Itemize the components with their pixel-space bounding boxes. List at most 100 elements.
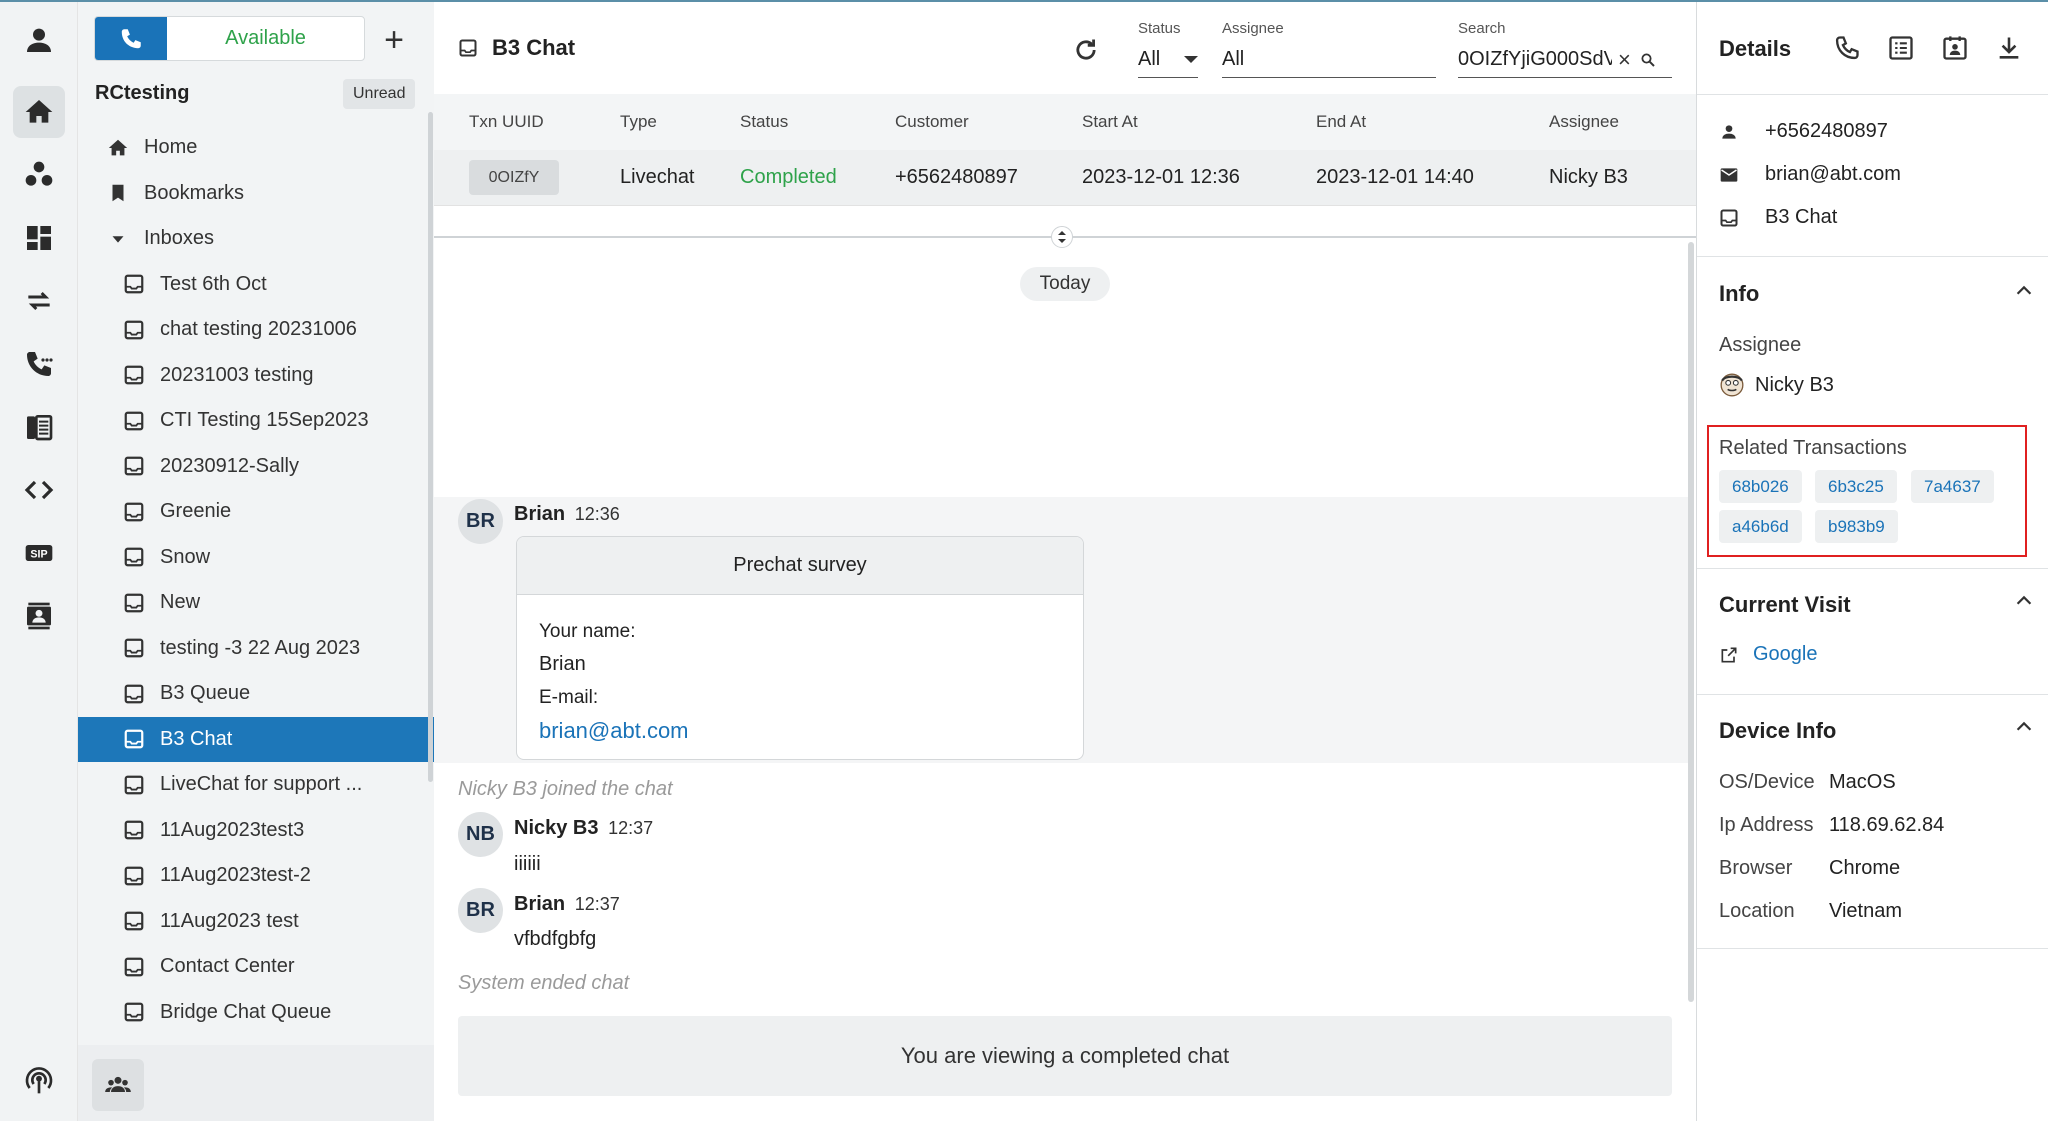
phone-icon <box>121 28 141 48</box>
current-visit-title[interactable]: Current Visit <box>1719 592 1851 618</box>
team-button[interactable] <box>92 1059 144 1111</box>
phone-book-icon[interactable] <box>13 401 65 453</box>
notes-icon[interactable] <box>1887 34 1917 64</box>
code-icon[interactable] <box>13 464 65 516</box>
user-profile-icon[interactable] <box>13 14 65 66</box>
search-field[interactable]: 0OIZfYjiG000SdV × <box>1458 42 1672 78</box>
sidebar-scrollbar[interactable] <box>428 112 433 782</box>
inbox-icon <box>459 39 477 57</box>
transfer-icon[interactable] <box>13 275 65 327</box>
survey-title: Prechat survey <box>517 537 1083 595</box>
sender-name: Brian <box>514 503 566 525</box>
inbox-item[interactable]: 11Aug2023test-2 <box>78 853 434 899</box>
message-header: Brian 12:36 <box>514 503 620 526</box>
inbox-item[interactable]: 11Aug2023test3 <box>78 808 434 854</box>
chevron-up-icon[interactable] <box>2013 716 2035 738</box>
nav-home[interactable]: Home <box>78 125 434 171</box>
sip-icon-label: SIP <box>30 548 47 560</box>
inbox-item[interactable]: B3 Queue <box>78 671 434 717</box>
availability-control[interactable]: Available <box>94 16 365 61</box>
device-value: MacOS <box>1829 771 1896 793</box>
download-icon[interactable] <box>1995 34 2025 64</box>
assignee-filter[interactable]: All <box>1222 42 1436 78</box>
call-log-icon[interactable] <box>13 338 65 390</box>
phone-button[interactable] <box>95 17 167 60</box>
inbox-label: chat testing 20231006 <box>160 318 357 341</box>
clear-search-icon[interactable]: × <box>1618 47 1631 73</box>
inbox-item[interactable]: testing -3 22 Aug 2023 <box>78 626 434 672</box>
nav-inboxes[interactable]: Inboxes <box>78 216 434 262</box>
assignee-filter-value: All <box>1222 48 1245 70</box>
related-transaction-chip[interactable]: 6b3c25 <box>1815 470 1897 503</box>
inbox-item[interactable]: Test 6th Oct <box>78 262 434 308</box>
caret-down-icon <box>106 227 130 251</box>
nav-bookmarks[interactable]: Bookmarks <box>78 171 434 217</box>
search-icon[interactable] <box>1639 51 1657 69</box>
related-transaction-chip[interactable]: a46b6d <box>1719 510 1802 543</box>
inbox-item[interactable]: Bridge Chat Queue <box>78 990 434 1036</box>
inbox-item[interactable]: 11Aug2023 test <box>78 899 434 945</box>
inbox-item[interactable]: B3 Chat <box>78 716 434 762</box>
inbox-icon <box>122 818 146 842</box>
inbox-label: Contact Center <box>160 955 295 978</box>
cell-end-at: 2023-12-01 14:40 <box>1316 166 1474 188</box>
inbox-item[interactable]: 20230912-Sally <box>78 444 434 490</box>
visit-link[interactable]: Google <box>1719 643 1818 666</box>
broadcast-icon[interactable] <box>13 1054 65 1106</box>
inbox-item[interactable]: LiveChat for support ... <box>78 762 434 808</box>
inbox-item[interactable]: Contact Center <box>78 944 434 990</box>
col-customer: Customer <box>895 112 969 131</box>
sidebar: Available + RCtesting Unread Home Bookma… <box>78 2 434 1121</box>
cell-status: Completed <box>740 166 837 188</box>
contacts-icon[interactable] <box>13 590 65 642</box>
inbox-label: Snow <box>160 545 211 568</box>
chevron-up-icon[interactable] <box>2013 590 2035 612</box>
inbox-nav: Home Bookmarks Inboxes Test 6th Oct chat … <box>78 125 434 1035</box>
table-row[interactable]: 0OIZfY Livechat Completed +6562480897 20… <box>434 150 1696 206</box>
inbox-icon <box>122 636 146 660</box>
conversation-panel: B3 Chat Status All Assignee All Search 0… <box>434 2 1696 1121</box>
availability-status[interactable]: Available <box>167 17 364 60</box>
search-label: Search <box>1458 20 1506 37</box>
sip-icon[interactable]: SIP <box>13 527 65 579</box>
dashboard-icon[interactable] <box>13 212 65 264</box>
inbox-icon <box>122 955 146 979</box>
contact-card-icon[interactable] <box>1941 34 1971 64</box>
inbox-item[interactable]: chat testing 20231006 <box>78 307 434 353</box>
team-icon[interactable] <box>13 149 65 201</box>
divider <box>1697 256 2048 257</box>
status-filter[interactable]: All <box>1138 42 1198 78</box>
message-time: 12:36 <box>574 504 620 524</box>
contact-phone-value: +6562480897 <box>1765 120 1888 142</box>
inbox-label: 20230912-Sally <box>160 454 299 477</box>
refresh-icon[interactable] <box>1072 36 1102 66</box>
inbox-item[interactable]: Snow <box>78 535 434 581</box>
inbox-item[interactable]: CTI Testing 15Sep2023 <box>78 398 434 444</box>
dropdown-caret-icon <box>1184 56 1198 63</box>
related-transaction-chip[interactable]: b983b9 <box>1815 510 1898 543</box>
inbox-item[interactable]: 20231003 testing <box>78 353 434 399</box>
chevron-up-icon[interactable] <box>2013 280 2035 302</box>
info-section-title[interactable]: Info <box>1719 281 1759 307</box>
unread-filter[interactable]: Unread <box>343 79 416 109</box>
nav-label: Home <box>144 136 198 159</box>
home-icon[interactable] <box>13 86 65 138</box>
related-transaction-chip[interactable]: 7a4637 <box>1911 470 1994 503</box>
related-transaction-chip[interactable]: 68b026 <box>1719 470 1802 503</box>
search-input[interactable]: 0OIZfYjiG000SdV <box>1458 48 1612 71</box>
call-icon[interactable] <box>1833 34 1863 64</box>
device-value: Chrome <box>1829 857 1901 879</box>
txn-uuid-chip[interactable]: 0OIZfY <box>469 160 559 195</box>
chat-scrollbar[interactable] <box>1688 242 1694 1002</box>
survey-email-link[interactable]: brian@abt.com <box>539 714 1061 747</box>
inbox-item[interactable]: Greenie <box>78 489 434 535</box>
inbox-item[interactable]: New <box>78 580 434 626</box>
visit-link-text[interactable]: Google <box>1753 643 1818 666</box>
add-button[interactable]: + <box>376 21 412 59</box>
inbox-icon <box>122 773 146 797</box>
inbox-icon <box>122 363 146 387</box>
table-header: Txn UUID Type Status Customer Start At E… <box>434 94 1696 150</box>
device-info-title[interactable]: Device Info <box>1719 718 1836 744</box>
resize-handle-icon[interactable] <box>1051 226 1073 248</box>
cell-assignee: Nicky B3 <box>1549 166 1628 188</box>
